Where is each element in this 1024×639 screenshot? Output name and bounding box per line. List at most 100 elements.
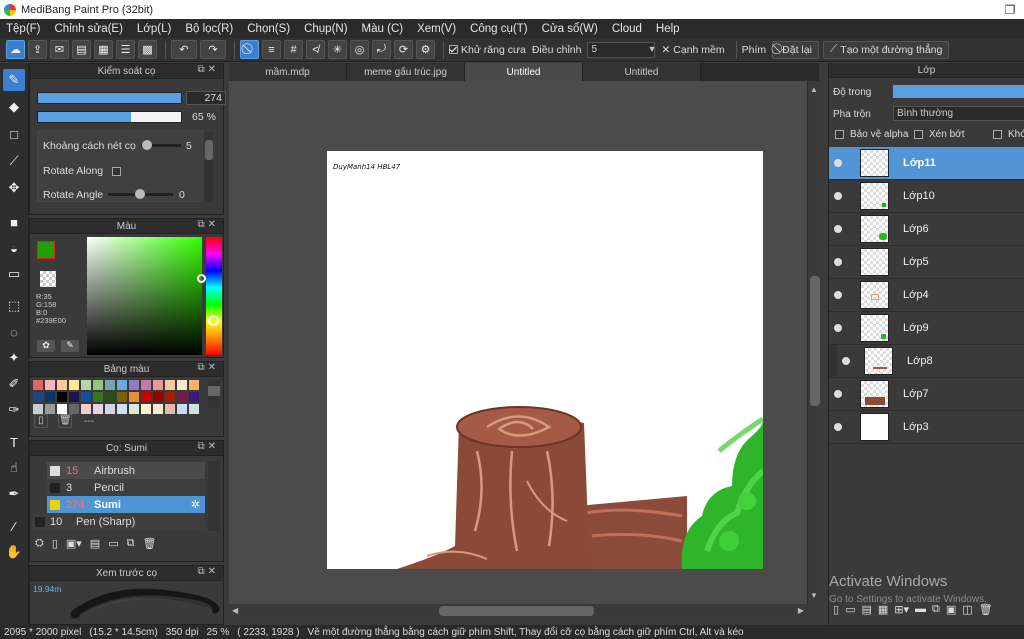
brush-size-slider[interactable] xyxy=(37,92,182,104)
palette-swatch[interactable] xyxy=(93,392,103,402)
menu-color[interactable]: Màu (C) xyxy=(362,23,404,35)
tab-untitled-2[interactable]: Untitled xyxy=(583,63,701,81)
palette-swatch[interactable] xyxy=(165,404,175,414)
palette-swatch[interactable] xyxy=(33,404,43,414)
palette-swatch[interactable] xyxy=(165,392,175,402)
menu-tools[interactable]: Công cụ(T) xyxy=(470,23,528,35)
new-8bit-layer-icon[interactable]: ▤ xyxy=(861,603,871,616)
visibility-eye-icon[interactable] xyxy=(834,159,842,167)
delete-layer-icon[interactable]: 🗑 xyxy=(979,603,993,616)
brush-item-sumi[interactable]: 274 Sumi ✲ xyxy=(47,496,205,513)
drawing-canvas[interactable]: DuyManh14 HBL47 xyxy=(327,151,763,569)
palette-swatch[interactable] xyxy=(69,380,79,390)
brush-item-airbrush[interactable]: 15 Airbrush xyxy=(47,462,205,479)
share-icon[interactable]: ⇪ xyxy=(28,40,47,59)
snap-off-icon[interactable]: ⃠ xyxy=(240,40,259,59)
horizontal-scroll-thumb[interactable] xyxy=(439,606,594,616)
brush-control-scrollbar[interactable] xyxy=(205,132,213,202)
scroll-left-icon[interactable]: ◀ xyxy=(232,606,238,615)
eyedropper-mini-icon[interactable]: ✎ xyxy=(61,340,79,352)
bucket-tool-icon[interactable]: ◒ xyxy=(3,237,25,259)
palette-swatch[interactable] xyxy=(153,380,163,390)
lasso-tool-icon[interactable]: ◌ xyxy=(3,321,25,343)
select-tool-icon[interactable]: ⬚ xyxy=(3,295,25,317)
vertical-scrollbar[interactable]: ▲ ▼ xyxy=(807,81,821,604)
palette-swatch[interactable] xyxy=(141,380,151,390)
new-folder-icon[interactable]: ▬ xyxy=(915,603,926,615)
create-line-button[interactable]: ⟋ Tạo một đường thẳng xyxy=(822,40,950,59)
eyedropper-tool-icon[interactable]: ⁄ xyxy=(3,515,25,537)
magic-wand-tool-icon[interactable]: ✦ xyxy=(3,347,25,369)
tab-mam-mdp[interactable]: mầm.mdp xyxy=(229,63,347,81)
menu-filter[interactable]: Bộ lọc(R) xyxy=(185,23,233,35)
foreground-color-swatch[interactable] xyxy=(37,241,55,259)
palette-swatch[interactable] xyxy=(81,404,91,414)
brush-menu-icon[interactable]: ▣▾ xyxy=(66,537,82,550)
hand-tool-icon[interactable]: ✋ xyxy=(3,541,25,563)
brush-settings-gear-icon[interactable]: ✲ xyxy=(191,498,200,511)
gradient-tool-icon[interactable]: ▭ xyxy=(3,263,25,285)
restore-window-icon[interactable]: ❐ xyxy=(996,3,1024,17)
layer-row-lop7[interactable]: Lớp7 xyxy=(829,378,1024,411)
palette-swatch[interactable] xyxy=(153,404,163,414)
parallel-snap-icon[interactable]: ≡ xyxy=(262,40,281,59)
menu-help[interactable]: Help xyxy=(656,23,680,35)
clip-checkbox[interactable]: Xén bớt xyxy=(914,129,964,140)
palette-swatch[interactable] xyxy=(69,392,79,402)
list-icon[interactable]: ☰ xyxy=(116,40,135,59)
rotate-along-checkbox[interactable] xyxy=(112,167,121,176)
transparent-color-swatch[interactable] xyxy=(40,271,56,287)
stroke-spacing-slider[interactable] xyxy=(141,140,181,150)
adjust-select[interactable]: 5 ▾ xyxy=(587,41,656,58)
move-tool-icon[interactable]: ✥ xyxy=(3,177,25,199)
cross-snap-icon[interactable]: # xyxy=(284,40,303,59)
panel-window-icons[interactable]: ⧉✕ xyxy=(197,219,219,230)
brush-folder-icon[interactable]: ▭ xyxy=(108,537,118,550)
palette-swatch[interactable] xyxy=(105,392,115,402)
palette-swatch[interactable] xyxy=(189,404,199,414)
brush-opacity-slider[interactable] xyxy=(37,111,182,123)
lock-checkbox[interactable]: Khóa xyxy=(993,129,1024,140)
palette-swatch[interactable] xyxy=(81,380,91,390)
palette-swatch[interactable] xyxy=(117,404,127,414)
delete-palette-icon[interactable]: 🗑 xyxy=(58,414,72,428)
pen-stroke-tool-icon[interactable]: ⟋ xyxy=(3,150,25,172)
palette-swatch[interactable] xyxy=(117,392,127,402)
menu-snap[interactable]: Chụp(N) xyxy=(304,23,347,35)
protect-alpha-checkbox[interactable]: Bảo vệ alpha xyxy=(835,129,908,140)
rotate-angle-slider[interactable] xyxy=(108,189,173,199)
snap-settings-icon[interactable]: ⚙ xyxy=(416,40,435,59)
text-tool-icon[interactable]: T xyxy=(3,431,25,453)
palette-swatch[interactable] xyxy=(57,392,67,402)
canvas-workarea[interactable]: DuyManh14 HBL47 xyxy=(229,81,807,604)
palette-swatch[interactable] xyxy=(165,380,175,390)
new-halftone-layer-icon[interactable]: ▭ xyxy=(845,603,855,616)
tab-meme-gau-truc[interactable]: meme gấu trúc.jpg xyxy=(347,63,465,81)
palette-swatch[interactable] xyxy=(45,404,55,414)
menu-window[interactable]: Cửa sổ(W) xyxy=(542,23,598,35)
new-layer-icon[interactable]: ▯ xyxy=(833,603,839,616)
layer-row-lop6[interactable]: Lớp6 xyxy=(829,213,1024,246)
palette-swatch[interactable] xyxy=(177,380,187,390)
comment-icon[interactable]: ✉ xyxy=(50,40,69,59)
cloud-icon[interactable]: ☁ xyxy=(6,40,25,59)
menu-edit[interactable]: Chỉnh sửa(E) xyxy=(55,23,123,35)
undo-icon[interactable]: ↶ xyxy=(171,40,197,59)
palette-swatch-grid[interactable] xyxy=(33,380,201,416)
menu-select[interactable]: Chọn(S) xyxy=(247,23,290,35)
scroll-up-icon[interactable]: ▲ xyxy=(810,85,818,94)
document-icon[interactable]: ▦ xyxy=(94,40,113,59)
vertical-scroll-thumb[interactable] xyxy=(810,276,820,406)
scroll-down-icon[interactable]: ▼ xyxy=(810,591,818,600)
palette-swatch[interactable] xyxy=(33,380,43,390)
brush-list-scrollbar[interactable] xyxy=(208,461,220,531)
new-1bit-layer-icon[interactable]: ▦ xyxy=(878,603,888,616)
visibility-eye-icon[interactable] xyxy=(842,357,850,365)
tab-untitled-1[interactable]: Untitled xyxy=(465,63,583,81)
palette-swatch[interactable] xyxy=(57,380,67,390)
palette-swatch[interactable] xyxy=(141,392,151,402)
palette-swatch[interactable] xyxy=(93,380,103,390)
operation-tool-icon[interactable]: ☝ xyxy=(3,457,25,479)
add-brush-icon[interactable]: ⛭ xyxy=(35,537,44,550)
copy-layer-icon[interactable]: ▣ xyxy=(946,603,956,616)
